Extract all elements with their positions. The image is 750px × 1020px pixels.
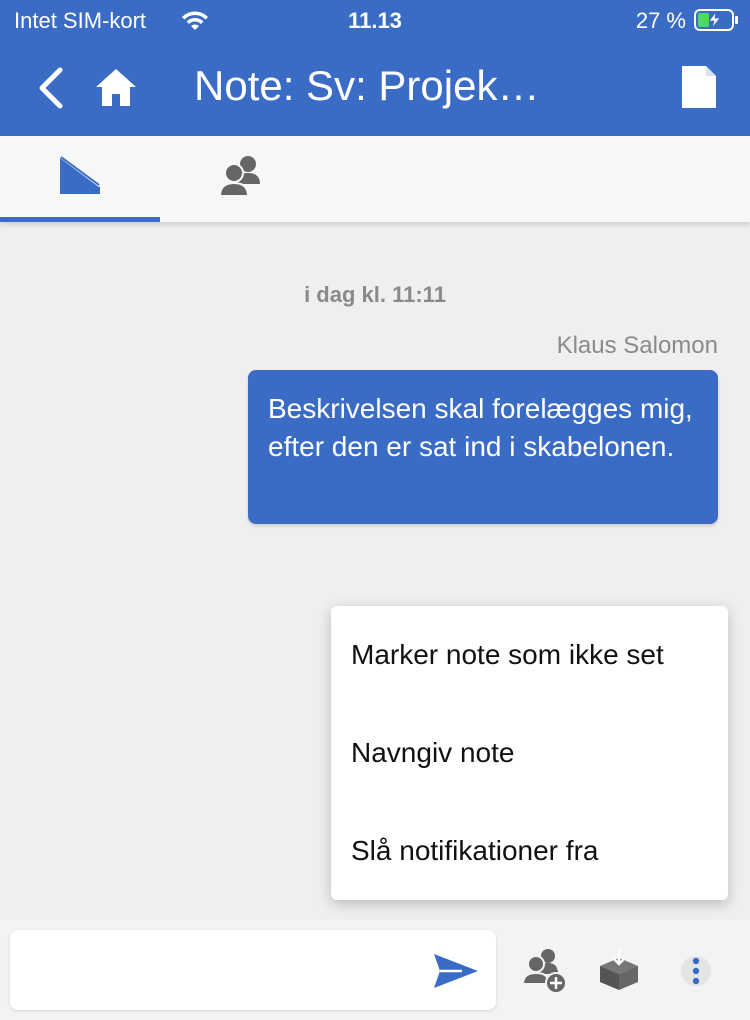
- archive-box-icon[interactable]: [598, 950, 640, 992]
- menu-item-rename-note[interactable]: Navngiv note: [331, 704, 728, 802]
- document-button[interactable]: [680, 64, 718, 110]
- home-button[interactable]: [94, 66, 138, 108]
- header-bar: Intet SIM-kort 11.13 27 % Note: Sv: Proj…: [0, 0, 750, 136]
- tab-messages[interactable]: [0, 136, 160, 222]
- page-title: Note: Sv: Projek…: [194, 62, 540, 109]
- menu-item-mute-notifications[interactable]: Slå notifikationer fra: [331, 802, 728, 900]
- app-root: Intet SIM-kort 11.13 27 % Note: Sv: Proj…: [0, 0, 750, 1020]
- date-separator: i dag kl. 11:11: [304, 282, 446, 307]
- message-sender: Klaus Salomon: [556, 332, 718, 359]
- participants-icon: [218, 156, 260, 197]
- tab-participants[interactable]: [160, 136, 320, 222]
- battery-charging-icon: [694, 9, 738, 31]
- add-participant-icon[interactable]: [522, 948, 568, 994]
- back-button[interactable]: [34, 66, 70, 110]
- active-tab-indicator: [0, 217, 160, 222]
- envelope-icon: [59, 154, 101, 194]
- message-composer: [10, 930, 496, 1010]
- context-menu: Marker note som ikke set Navngiv note Sl…: [331, 606, 728, 900]
- status-bar: Intet SIM-kort 11.13 27 %: [0, 0, 750, 42]
- more-options-icon[interactable]: [680, 952, 712, 990]
- bottom-toolbar: [0, 920, 750, 1020]
- menu-item-mark-unread[interactable]: Marker note som ikke set: [331, 606, 728, 704]
- battery-percent: 27 %: [635, 8, 686, 33]
- message-bubble[interactable]: Beskrivelsen skal forelægges mig, efter …: [248, 370, 718, 524]
- tab-bar: [0, 136, 750, 222]
- message-input[interactable]: [24, 944, 414, 996]
- send-button[interactable]: [432, 952, 480, 990]
